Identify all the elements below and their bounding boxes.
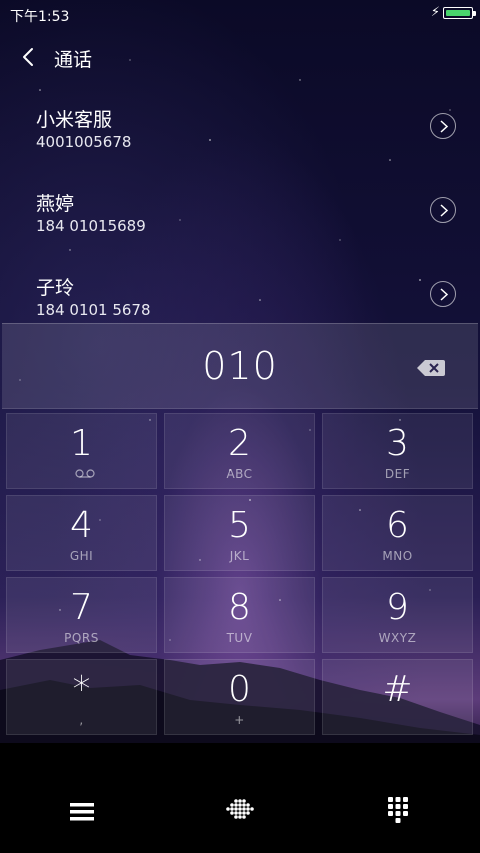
key-letters: MNO <box>382 549 413 563</box>
key-letters: GHI <box>69 549 94 563</box>
dial-icon[interactable] <box>200 771 280 851</box>
dial-keypad: 1 2 ABC 3 DEF 4 GHI 5 JKL 6 MNO 7 PQRS 8… <box>6 413 474 735</box>
key-letters: , <box>79 713 84 727</box>
key-digit: 2 <box>228 423 251 464</box>
dial-display: 010 <box>2 323 478 409</box>
key-digit: 8 <box>228 587 251 628</box>
key-letters: + <box>234 713 245 727</box>
key-digit: 3 <box>386 423 409 464</box>
contact-number: 4001005678 <box>36 133 132 151</box>
key-digit: 0 <box>228 669 251 710</box>
key-5[interactable]: 5 JKL <box>164 495 315 571</box>
status-time: 下午1:53 <box>10 9 70 25</box>
contact-detail-button[interactable] <box>430 281 456 307</box>
chevron-right-icon <box>440 204 449 217</box>
contact-row[interactable]: 小米客服 4001005678 <box>0 95 480 179</box>
key-digit: 9 <box>386 587 409 628</box>
contact-name: 小米客服 <box>36 109 113 131</box>
key-letters: JKL <box>229 549 250 563</box>
keypad-icon[interactable] <box>358 771 438 851</box>
battery-icon <box>443 7 476 19</box>
key-8[interactable]: 8 TUV <box>164 577 315 653</box>
back-arrow-icon[interactable] <box>16 44 42 70</box>
key-9[interactable]: 9 WXYZ <box>322 577 473 653</box>
menu-icon[interactable] <box>42 771 122 851</box>
key-4[interactable]: 4 GHI <box>6 495 157 571</box>
bottom-bar <box>0 743 480 853</box>
contact-number: 184 01015689 <box>36 217 146 235</box>
key-7[interactable]: 7 PQRS <box>6 577 157 653</box>
key-digit: 1 <box>70 423 93 464</box>
key-6[interactable]: 6 MNO <box>322 495 473 571</box>
key-2[interactable]: 2 ABC <box>164 413 315 489</box>
header: 通话 <box>0 36 480 80</box>
key-digit: * <box>72 669 91 710</box>
voicemail-icon <box>75 469 95 478</box>
key-letters: ABC <box>226 467 253 481</box>
key-digit: 4 <box>70 505 93 546</box>
chevron-right-icon <box>440 120 449 133</box>
contact-detail-button[interactable] <box>430 113 456 139</box>
contact-number: 184 0101 5678 <box>36 301 151 319</box>
key-hash[interactable]: # <box>322 659 473 735</box>
contact-name: 子玲 <box>36 277 75 299</box>
key-digit: 5 <box>228 505 251 546</box>
status-bar: 下午1:53 ⚡ <box>0 0 480 28</box>
contact-detail-button[interactable] <box>430 197 456 223</box>
key-letters: PQRS <box>64 631 99 645</box>
key-star[interactable]: * , <box>6 659 157 735</box>
contact-row[interactable]: 燕婷 184 01015689 <box>0 179 480 263</box>
key-1[interactable]: 1 <box>6 413 157 489</box>
key-digit: 7 <box>70 587 93 628</box>
key-0[interactable]: 0 + <box>164 659 315 735</box>
key-letters: TUV <box>226 631 253 645</box>
page-title: 通话 <box>54 49 93 71</box>
charging-icon: ⚡ <box>430 5 440 20</box>
key-digit: # <box>382 669 413 710</box>
key-digit: 6 <box>386 505 409 546</box>
dialed-number: 010 <box>202 344 278 388</box>
key-letters: DEF <box>384 467 411 481</box>
contact-list: 小米客服 4001005678 燕婷 184 01015689 子玲 184 0… <box>0 95 480 347</box>
key-3[interactable]: 3 DEF <box>322 413 473 489</box>
key-letters: WXYZ <box>378 631 417 645</box>
backspace-icon[interactable] <box>416 358 446 378</box>
chevron-right-icon <box>440 288 449 301</box>
contact-name: 燕婷 <box>36 193 75 215</box>
